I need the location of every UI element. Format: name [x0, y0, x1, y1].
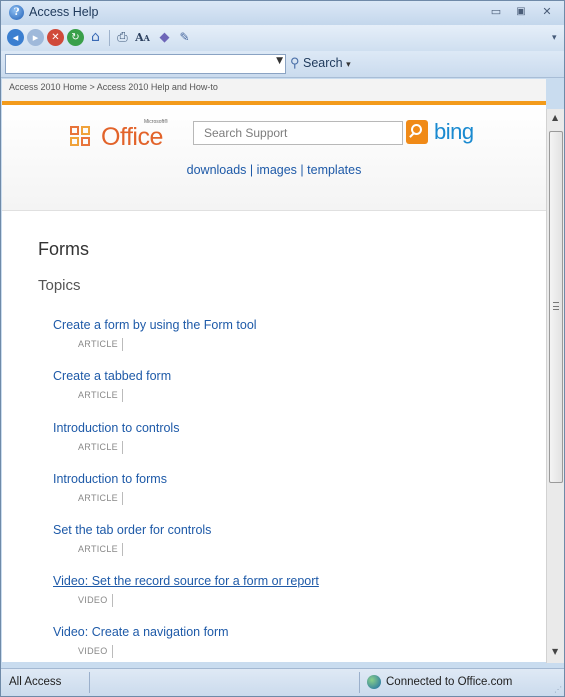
close-icon[interactable]: ✕ — [538, 5, 556, 19]
scroll-up-icon[interactable]: ▲ — [552, 113, 558, 122]
scrollbar-thumb[interactable] — [549, 131, 563, 483]
topic-link[interactable]: Create a tabbed form — [53, 369, 171, 383]
table-of-contents-icon[interactable]: ◆ — [156, 29, 173, 46]
breadcrumb[interactable]: Access 2010 Home > Access 2010 Help and … — [9, 82, 218, 92]
toolbar: ◂ ▸ ✕ ↻ ⌂ ⎙ AA ◆ ✎ ▾ — [1, 25, 564, 51]
vertical-scrollbar[interactable]: ▲ ▼ — [546, 109, 564, 663]
page-title: Forms — [38, 239, 89, 259]
help-content: Access 2010 Home > Access 2010 Help and … — [2, 79, 546, 662]
print-icon[interactable]: ⎙ — [114, 29, 131, 46]
globe-icon — [367, 675, 381, 689]
window-title: Access Help — [29, 5, 99, 19]
topic-item: Introduction to forms ARTICLE — [53, 472, 167, 505]
minimize-icon[interactable]: ▭ — [487, 5, 505, 19]
connection-status[interactable]: Connected to Office.com — [386, 676, 512, 688]
search-dropdown-icon[interactable]: ▼ — [276, 56, 283, 66]
logo-square — [70, 137, 79, 146]
topic-link[interactable]: Introduction to controls — [53, 421, 179, 435]
topic-item: Create a form by using the Form tool ART… — [53, 318, 257, 351]
support-search-placeholder: Search Support — [204, 126, 288, 140]
topic-kind: VIDEO — [78, 645, 113, 658]
templates-link[interactable]: templates — [307, 163, 361, 177]
topic-item: Video: Set the record source for a form … — [53, 574, 319, 607]
scrollbar-grip-icon — [553, 302, 559, 310]
logo-square — [81, 126, 90, 135]
refresh-icon[interactable]: ↻ — [67, 29, 84, 46]
text-size-icon[interactable]: AA — [134, 29, 151, 46]
topic-kind: ARTICLE — [78, 441, 123, 454]
search-icon: ⚲ — [290, 55, 300, 70]
bing-logo: bing — [434, 119, 474, 144]
topic-item: Create a tabbed form ARTICLE — [53, 369, 171, 402]
topic-link[interactable]: Introduction to forms — [53, 472, 167, 486]
status-divider — [89, 672, 90, 693]
topic-kind: ARTICLE — [78, 338, 123, 351]
chevron-down-icon: ▾ — [346, 59, 351, 69]
help-window: ? Access Help ▭ ▣ ✕ ◂ ▸ ✕ ↻ ⌂ ⎙ AA ◆ ✎ ▾… — [0, 0, 565, 697]
back-icon[interactable]: ◂ — [7, 29, 24, 46]
office-logo-text: Office — [101, 123, 163, 151]
topic-item: Set the tab order for controls ARTICLE — [53, 523, 211, 556]
topic-link[interactable]: Video: Set the record source for a form … — [53, 574, 319, 588]
search-icon-handle — [409, 132, 415, 138]
help-icon: ? — [9, 5, 24, 20]
topic-kind: VIDEO — [78, 594, 113, 607]
images-link[interactable]: images — [257, 163, 297, 177]
keep-on-top-icon[interactable]: ✎ — [176, 29, 193, 46]
office-logo-superscript: Microsoft® — [144, 119, 168, 125]
resource-links: downloads | images | templates — [2, 163, 546, 177]
topic-kind: ARTICLE — [78, 543, 123, 556]
link-separator: | — [249, 163, 257, 177]
topic-kind: ARTICLE — [78, 389, 123, 402]
downloads-link[interactable]: downloads — [187, 163, 247, 177]
topic-link[interactable]: Set the tab order for controls — [53, 523, 211, 537]
topic-item: Introduction to controls ARTICLE — [53, 421, 179, 454]
search-button[interactable]: ⚲ Search ▾ — [290, 55, 351, 75]
toolbar-separator — [109, 30, 110, 46]
toolbar-overflow-icon[interactable]: ▾ — [552, 33, 560, 47]
topic-item: Video: Create a navigation form VIDEO — [53, 625, 229, 658]
stop-icon[interactable]: ✕ — [47, 29, 64, 46]
bing-search-button[interactable] — [406, 120, 428, 144]
search-row: ▼ ⚲ Search ▾ — [1, 51, 564, 78]
forward-icon[interactable]: ▸ — [27, 29, 44, 46]
search-scope[interactable]: All Access — [9, 676, 61, 688]
home-icon[interactable]: ⌂ — [87, 29, 104, 46]
status-bar: All Access Connected to Office.com ⋰ — [1, 668, 564, 696]
scroll-down-icon[interactable]: ▼ — [552, 647, 558, 656]
topic-link[interactable]: Create a form by using the Form tool — [53, 318, 257, 332]
search-button-label: Search — [303, 56, 343, 70]
topic-kind: ARTICLE — [78, 492, 123, 505]
title-bar[interactable]: ? Access Help ▭ ▣ ✕ — [1, 1, 564, 25]
search-input[interactable]: ▼ — [5, 54, 286, 74]
resize-grip-icon[interactable]: ⋰ — [554, 685, 562, 694]
status-divider — [359, 672, 360, 693]
topics-heading: Topics — [38, 277, 81, 294]
maximize-icon[interactable]: ▣ — [512, 5, 530, 19]
topic-link[interactable]: Video: Create a navigation form — [53, 625, 229, 639]
logo-square — [81, 137, 90, 146]
support-search-input[interactable]: Search Support — [193, 121, 403, 145]
logo-square — [70, 126, 79, 135]
